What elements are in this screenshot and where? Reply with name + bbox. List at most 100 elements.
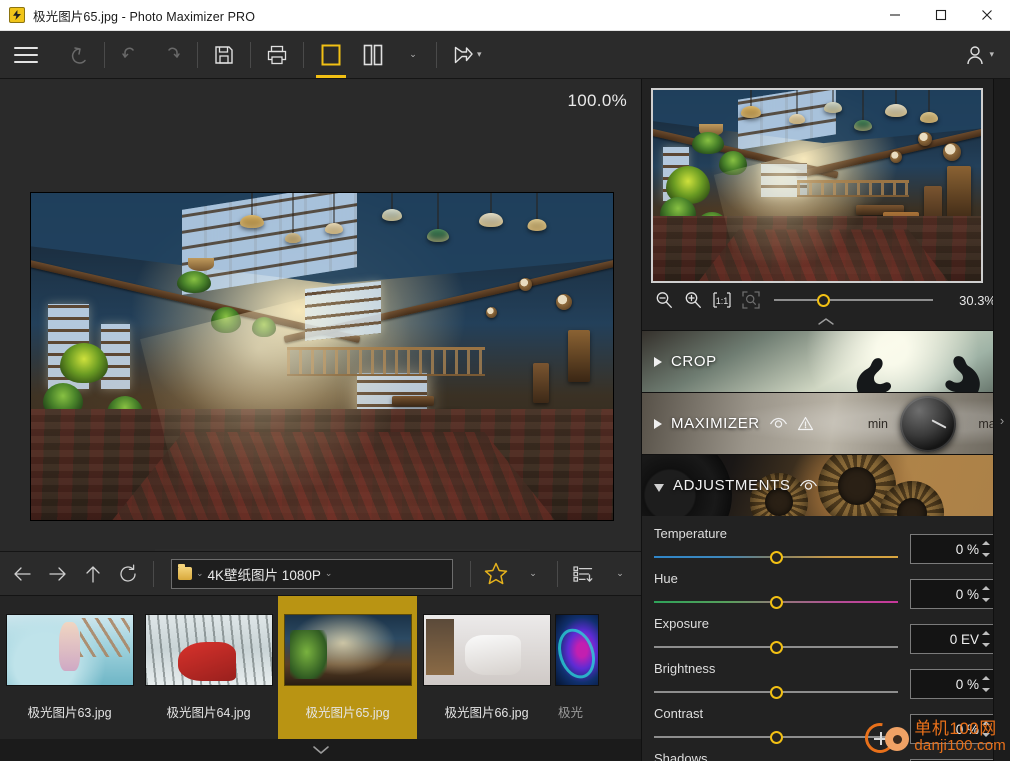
zoom-slider-handle[interactable]	[816, 293, 830, 307]
slider-handle[interactable]	[769, 730, 783, 744]
minimize-button[interactable]	[872, 0, 918, 31]
section-header-maximizer[interactable]: min max MAXIMIZER	[642, 392, 1010, 454]
thumbnail-label: 极光图片65.jpg	[305, 706, 390, 720]
section-title: CROP	[671, 353, 717, 370]
forward-arrow-icon	[49, 566, 66, 581]
slider-label: Hue	[654, 571, 678, 586]
print-button[interactable]	[257, 32, 297, 78]
maximize-button[interactable]	[918, 0, 964, 31]
account-button[interactable]: ▾	[955, 32, 1002, 78]
navigator-collapse-button[interactable]	[642, 317, 1010, 330]
menu-icon	[14, 46, 38, 63]
chevron-down-icon[interactable]: ⌄	[196, 568, 204, 579]
temperature-value-field[interactable]: 0 %	[910, 534, 996, 564]
slider-group: Shadows	[654, 751, 898, 761]
slider-handle[interactable]	[769, 550, 783, 564]
hue-value-field[interactable]: 0 %	[910, 579, 996, 609]
sort-caret-button[interactable]: ⌄	[601, 556, 637, 592]
revert-button[interactable]	[56, 32, 98, 78]
stepper-down-icon[interactable]	[982, 688, 990, 692]
value-text: 0 %	[955, 676, 979, 692]
split-view-button[interactable]	[352, 32, 394, 78]
close-button[interactable]	[964, 0, 1010, 31]
sort-button[interactable]	[565, 556, 601, 592]
list-item[interactable]: 极光图片63.jpg	[0, 596, 139, 739]
stepper-up-icon[interactable]	[982, 631, 990, 635]
actual-size-button[interactable]: 1:1	[710, 288, 734, 312]
favorites-button[interactable]	[478, 556, 514, 592]
thumbnail-image	[6, 615, 133, 685]
filebar-separator	[557, 560, 558, 587]
slider-handle[interactable]	[769, 685, 783, 699]
save-button[interactable]	[204, 32, 244, 78]
watermark-cn: 单机100网	[914, 719, 997, 739]
brightness-slider[interactable]	[654, 685, 898, 699]
chevron-down-icon[interactable]: ⌄	[325, 568, 333, 579]
exposure-value-field[interactable]: 0 EV	[910, 624, 996, 654]
view-options-caret-button[interactable]: ⌄	[394, 32, 430, 78]
hue-slider[interactable]	[654, 595, 898, 609]
stepper-down-icon[interactable]	[982, 598, 990, 602]
temperature-slider[interactable]	[654, 550, 898, 564]
thumbnail-label: 极光图片66.jpg	[444, 706, 529, 720]
share-button[interactable]: ▾	[443, 32, 490, 78]
favorites-caret-button[interactable]: ⌄	[514, 556, 550, 592]
image-canvas[interactable]: 100.0%	[0, 79, 641, 551]
warning-icon[interactable]	[797, 416, 814, 431]
eye-icon[interactable]	[799, 479, 818, 492]
list-item[interactable]: 极光图片64.jpg	[139, 596, 278, 739]
hands-silhouette	[856, 356, 980, 392]
left-column: 100.0% ⌄ 4K壁纸图片 1080P ⌄ ⌄ ⌄ 极光图片63.jpg 极…	[0, 79, 641, 761]
slider-handle[interactable]	[769, 640, 783, 654]
single-view-button[interactable]	[310, 32, 352, 78]
list-item-selected[interactable]: 极光图片65.jpg	[278, 596, 417, 739]
zoom-out-button[interactable]	[652, 288, 676, 312]
panel-expand-button[interactable]: ›	[993, 79, 1010, 761]
toolbar-separator	[303, 41, 304, 68]
main-photo[interactable]	[31, 193, 613, 520]
stepper-up-icon[interactable]	[982, 586, 990, 590]
contrast-slider[interactable]	[654, 730, 898, 744]
zoom-slider[interactable]	[774, 291, 933, 309]
refresh-button[interactable]	[110, 556, 146, 592]
exposure-slider[interactable]	[654, 640, 898, 654]
up-arrow-icon	[86, 565, 100, 583]
section-header-crop[interactable]: CROP	[642, 330, 1010, 392]
chevron-down-icon: ⌄	[409, 49, 417, 59]
stepper-down-icon[interactable]	[982, 553, 990, 557]
maximizer-knob[interactable]	[900, 395, 956, 452]
list-item[interactable]: 极光	[556, 596, 598, 739]
zoom-out-icon	[656, 292, 672, 308]
split-view-icon	[363, 44, 383, 65]
list-item[interactable]: 极光图片66.jpg	[417, 596, 556, 739]
navigator-image[interactable]	[651, 88, 983, 283]
parent-folder-button[interactable]	[76, 556, 110, 592]
filmstrip-collapse-button[interactable]	[0, 739, 641, 761]
slider-group: Contrast	[654, 706, 898, 744]
zoom-in-button[interactable]	[681, 288, 705, 312]
hamburger-menu-button[interactable]	[6, 32, 46, 78]
canvas-placeholder-shape	[155, 549, 530, 551]
chevron-down-icon[interactable]	[654, 483, 664, 492]
redo-button[interactable]	[151, 32, 191, 78]
stepper-up-icon[interactable]	[982, 541, 990, 545]
stepper-up-icon[interactable]	[982, 676, 990, 680]
thumbnail-filmstrip[interactable]: 极光图片63.jpg 极光图片64.jpg 极光图片65.jpg 极光图片66.…	[0, 595, 641, 739]
adjustments-title-row: ADJUSTMENTS	[654, 477, 818, 494]
undo-button[interactable]	[111, 32, 151, 78]
section-header-adjustments[interactable]: ADJUSTMENTS	[642, 454, 1010, 516]
forward-button[interactable]	[40, 556, 76, 592]
chevron-right-icon[interactable]	[654, 356, 662, 367]
refresh-icon	[120, 564, 136, 582]
eye-icon[interactable]	[769, 417, 788, 430]
fit-to-screen-button[interactable]	[739, 288, 763, 312]
slider-handle[interactable]	[769, 595, 783, 609]
toolbar-separator	[104, 41, 105, 68]
chevron-right-icon[interactable]	[654, 418, 662, 429]
stepper-down-icon[interactable]	[982, 643, 990, 647]
brightness-value-field[interactable]: 0 %	[910, 669, 996, 699]
back-button[interactable]	[4, 556, 40, 592]
navigator-zoom-controls: 1:1 30.3%	[642, 283, 1010, 317]
value-text: 0 EV	[949, 631, 979, 647]
folder-path-field[interactable]: ⌄ 4K壁纸图片 1080P ⌄	[171, 558, 453, 589]
